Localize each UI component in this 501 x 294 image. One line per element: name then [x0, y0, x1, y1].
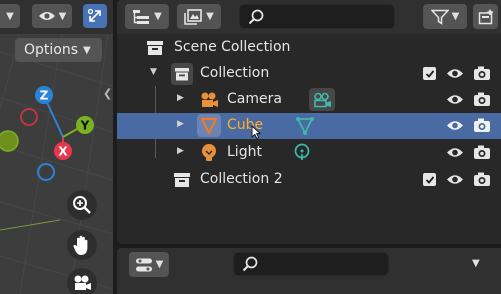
view-layer-icon [184, 8, 202, 25]
chevron-down-icon: ▼ [58, 10, 67, 22]
exclude-checkbox[interactable] [423, 67, 436, 80]
bottom-editor-header: ▼ ▼ [117, 248, 501, 294]
mouse-cursor-icon [251, 125, 261, 139]
camera-render-icon[interactable] [473, 117, 491, 133]
hand-icon [73, 235, 88, 255]
chevron-down-icon: ▼ [154, 11, 162, 22]
checkmark-icon [425, 69, 434, 78]
outliner-search-input[interactable] [239, 4, 395, 29]
pan-button[interactable] [67, 230, 97, 260]
x-axis-label: X [58, 145, 68, 159]
eye-icon[interactable] [446, 93, 464, 106]
gizmo-toggle-button[interactable] [83, 4, 107, 28]
camera-render-icon[interactable] [473, 65, 491, 81]
chevron-down-icon: ▼ [451, 11, 460, 22]
search-icon [242, 256, 258, 272]
search-icon [248, 9, 264, 25]
outliner-editor: ▼ ▼ ▼ Scene Collection ▼ Collection ▶ Ca… [117, 0, 501, 244]
expand-arrow-icon[interactable]: ▶ [177, 119, 184, 129]
chevron-down-icon: ▼ [155, 259, 164, 270]
mesh-cube-icon [197, 114, 221, 137]
zoom-button[interactable] [67, 190, 97, 220]
camera-icon [74, 275, 91, 290]
eye-icon[interactable] [446, 67, 464, 80]
camera-render-icon[interactable] [473, 144, 491, 160]
outliner-row-light[interactable]: ▶ Light [117, 140, 501, 166]
eye-icon[interactable] [446, 173, 464, 186]
row-label: Scene Collection [174, 39, 291, 55]
exclude-checkbox[interactable] [423, 173, 436, 186]
new-collection-button[interactable] [473, 4, 498, 29]
chevron-down-icon: ▼ [83, 44, 91, 56]
expand-arrow-icon[interactable]: ▶ [177, 93, 184, 103]
collection-icon [171, 63, 193, 85]
scene-collection-icon [147, 41, 163, 55]
camera-icon [201, 92, 218, 107]
transform-gizmo-icon [87, 8, 101, 22]
properties-search-input[interactable] [233, 252, 389, 276]
outliner-header: ▼ ▼ ▼ [117, 0, 501, 34]
options-dropdown[interactable]: Options ▼ [15, 38, 102, 62]
mesh-data-icon[interactable] [295, 117, 315, 135]
eye-icon[interactable] [446, 146, 464, 159]
editor-type-button[interactable]: ▼ [125, 4, 169, 29]
camera-render-icon[interactable] [473, 171, 491, 187]
expand-arrow-icon[interactable]: ▶ [177, 146, 184, 156]
light-data-icon[interactable] [293, 143, 311, 163]
outliner-icon [133, 9, 150, 24]
outliner-row-camera[interactable]: ▶ Camera [117, 87, 501, 113]
negative-x-axis-handle[interactable] [20, 108, 38, 126]
row-label: Collection 2 [200, 171, 283, 187]
chevron-down-icon: ▼ [206, 11, 214, 22]
x-axis-line [0, 219, 61, 231]
light-icon [202, 144, 216, 161]
3d-viewport[interactable]: ▼ ▼ Options ▼ ❮ Z Y X [0, 0, 113, 294]
row-label: Collection [200, 65, 270, 81]
editor-type-button[interactable]: ▼ [129, 252, 169, 277]
negative-y-axis-handle[interactable] [0, 130, 19, 152]
row-label: Light [227, 144, 262, 160]
overlays-button[interactable]: ▼ [32, 4, 72, 28]
options-label: Options [24, 42, 79, 58]
z-axis-label: Z [40, 89, 49, 103]
negative-z-axis-handle[interactable] [37, 163, 55, 181]
outliner-row-scene-collection[interactable]: Scene Collection [117, 35, 501, 61]
collection-icon [174, 173, 190, 187]
options-chevron-icon[interactable]: ▼ [472, 258, 480, 269]
display-mode-button[interactable]: ▼ [177, 4, 221, 29]
outliner-row-collection[interactable]: ▼ Collection [117, 61, 501, 87]
navigation-gizmo[interactable]: Z Y X [0, 80, 113, 190]
camera-data-icon[interactable] [309, 88, 335, 111]
new-collection-icon [478, 9, 493, 24]
outliner-row-cube[interactable]: ▶ Cube [117, 113, 501, 139]
viewport-header: ▼ ▼ [0, 0, 113, 34]
collapse-arrow-icon[interactable]: ▼ [150, 67, 157, 77]
outliner-row-collection-2[interactable]: Collection 2 [117, 167, 501, 193]
filter-button[interactable]: ▼ [423, 4, 467, 29]
properties-icon [135, 258, 152, 271]
chevron-down-icon: ▼ [6, 10, 14, 22]
eye-icon[interactable] [446, 119, 464, 132]
eye-icon [38, 12, 55, 20]
row-label: Camera [227, 91, 282, 107]
filter-icon [430, 9, 449, 25]
zoom-icon [73, 196, 91, 214]
checkmark-icon [425, 175, 434, 184]
snap-toggle-button[interactable]: ▼ [0, 4, 20, 28]
camera-render-icon[interactable] [473, 91, 491, 107]
y-axis-label: Y [80, 119, 90, 133]
camera-view-button[interactable] [67, 268, 97, 294]
